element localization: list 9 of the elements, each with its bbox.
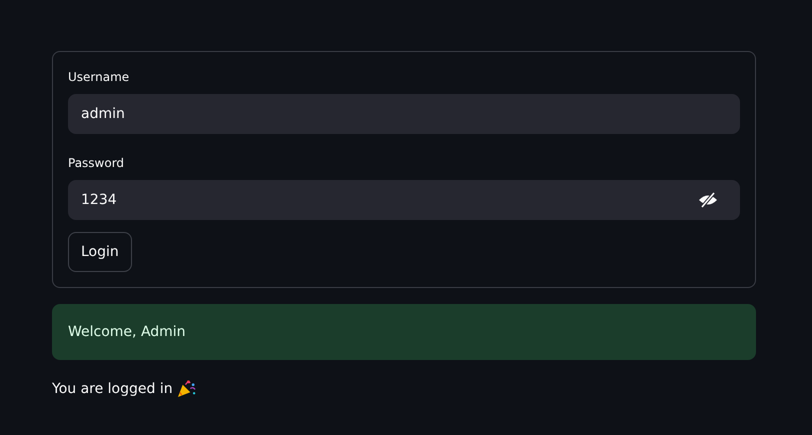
username-field[interactable]: admin	[68, 94, 740, 134]
password-field[interactable]: 1234	[68, 180, 740, 220]
eye-slash-icon[interactable]	[698, 192, 718, 208]
party-popper-icon	[176, 379, 196, 398]
status-text: You are logged in	[52, 380, 173, 396]
field-label: Password	[68, 155, 126, 172]
login-button[interactable]: Login	[68, 232, 132, 272]
success-alert: Welcome, Admin	[52, 304, 756, 360]
field-label: Username	[68, 69, 130, 86]
